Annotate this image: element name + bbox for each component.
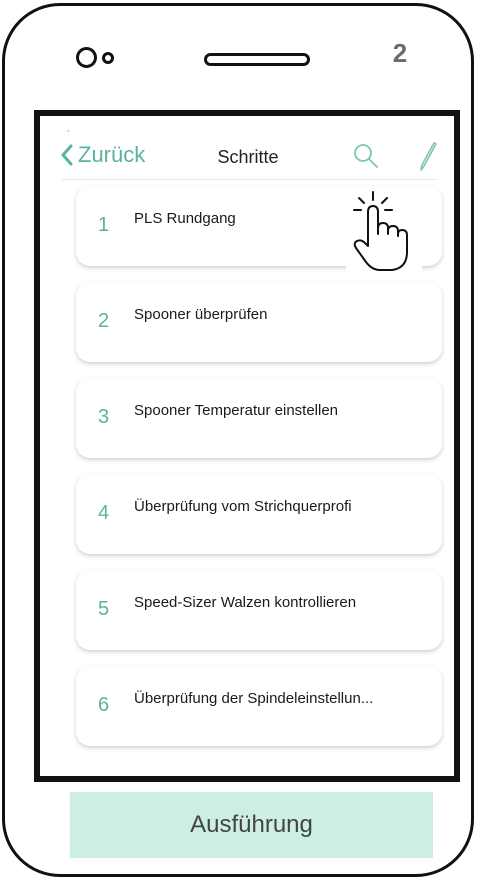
step-number-badge: 2 <box>392 38 408 68</box>
status-icon: ◦ <box>67 128 70 135</box>
list-item[interactable]: 6 Überprüfung der Spindeleinstellun... <box>76 666 442 746</box>
step-number: 4 <box>98 502 110 524</box>
list-item[interactable]: 5 Speed-Sizer Walzen kontrollieren <box>76 570 442 650</box>
step-number: 6 <box>98 694 110 716</box>
app-screen: ◦ Zurück Schritte 1 PLS Rundgang 2 Spoon… <box>34 110 460 782</box>
sensor-icon <box>102 52 114 64</box>
step-number: 5 <box>98 598 110 620</box>
page-title: Schritte <box>217 147 279 167</box>
step-number: 1 <box>98 214 110 236</box>
step-number: 2 <box>98 310 110 332</box>
speaker-icon <box>204 53 310 66</box>
step-label: PLS Rundgang <box>134 210 236 227</box>
nav-header: Zurück Schritte <box>40 138 454 178</box>
list-item[interactable]: 2 Spooner überprüfen <box>76 282 442 362</box>
step-label: Speed-Sizer Walzen kontrollieren <box>134 594 357 611</box>
search-icon[interactable] <box>352 142 380 175</box>
camera-icon <box>76 47 97 68</box>
step-label: Spooner überprüfen <box>134 306 268 323</box>
list-item[interactable]: 4 Überprüfung vom Strichquerprofi <box>76 474 442 554</box>
edit-pen-icon[interactable] <box>416 142 440 177</box>
list-item[interactable]: 3 Spooner Temperatur einstellen <box>76 378 442 458</box>
execute-button[interactable]: Ausführung <box>70 792 433 858</box>
step-number: 3 <box>98 406 110 428</box>
header-divider <box>62 179 436 180</box>
step-label: Überprüfung der Spindeleinstellun... <box>134 690 374 707</box>
step-label: Überprüfung vom Strichquerprofi <box>134 498 352 515</box>
tap-hand-icon <box>346 190 422 279</box>
step-label: Spooner Temperatur einstellen <box>134 402 339 419</box>
